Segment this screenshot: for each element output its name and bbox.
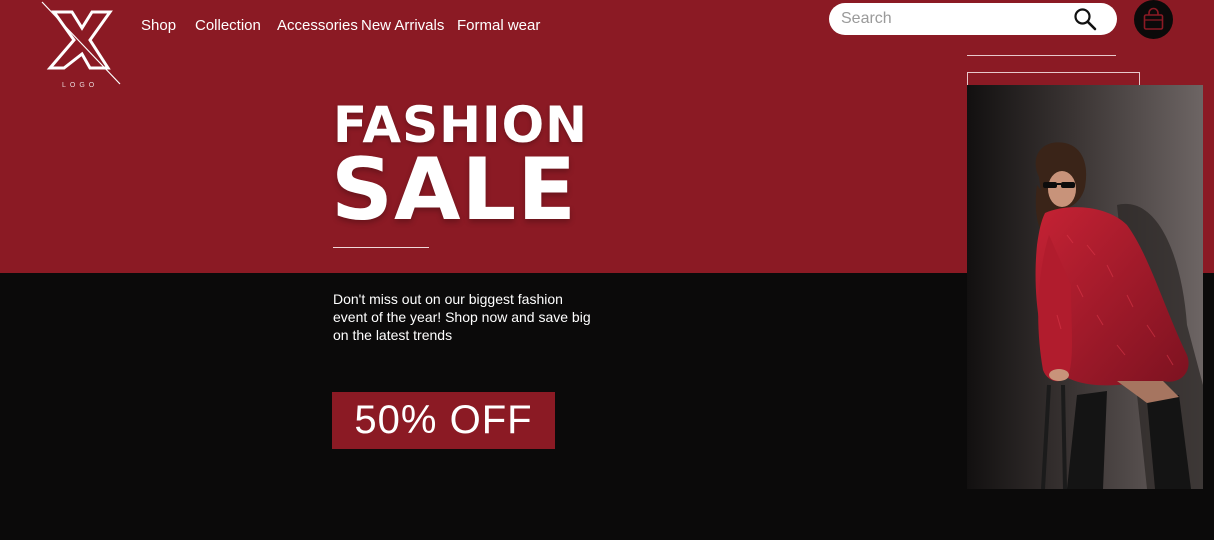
decorative-line [967,55,1116,56]
nav-item-shop[interactable]: Shop [141,17,176,34]
nav-item-accessories[interactable]: Accessories [277,17,358,34]
model-photo [967,85,1203,489]
search-input[interactable] [841,9,1061,29]
logo-caption: LOGO [62,82,99,89]
discount-label: 50% OFF [354,398,533,442]
hero-description: Don't miss out on our biggest fashion ev… [333,291,591,343]
title-underline [333,247,429,248]
search-bar [829,3,1117,35]
search-icon[interactable] [1073,7,1097,31]
x-logo-mark [41,1,121,85]
nav-item-new-arrivals[interactable]: New Arrivals [361,17,444,34]
brand-logo[interactable] [40,0,124,92]
nav-item-collection[interactable]: Collection [195,17,261,34]
cart-button[interactable] [1134,0,1173,39]
hero-title-sale: SALE [331,140,578,240]
shopping-bag-icon [1143,7,1164,30]
nav-item-formal-wear[interactable]: Formal wear [457,17,540,34]
discount-button[interactable]: 50% OFF [332,392,555,449]
